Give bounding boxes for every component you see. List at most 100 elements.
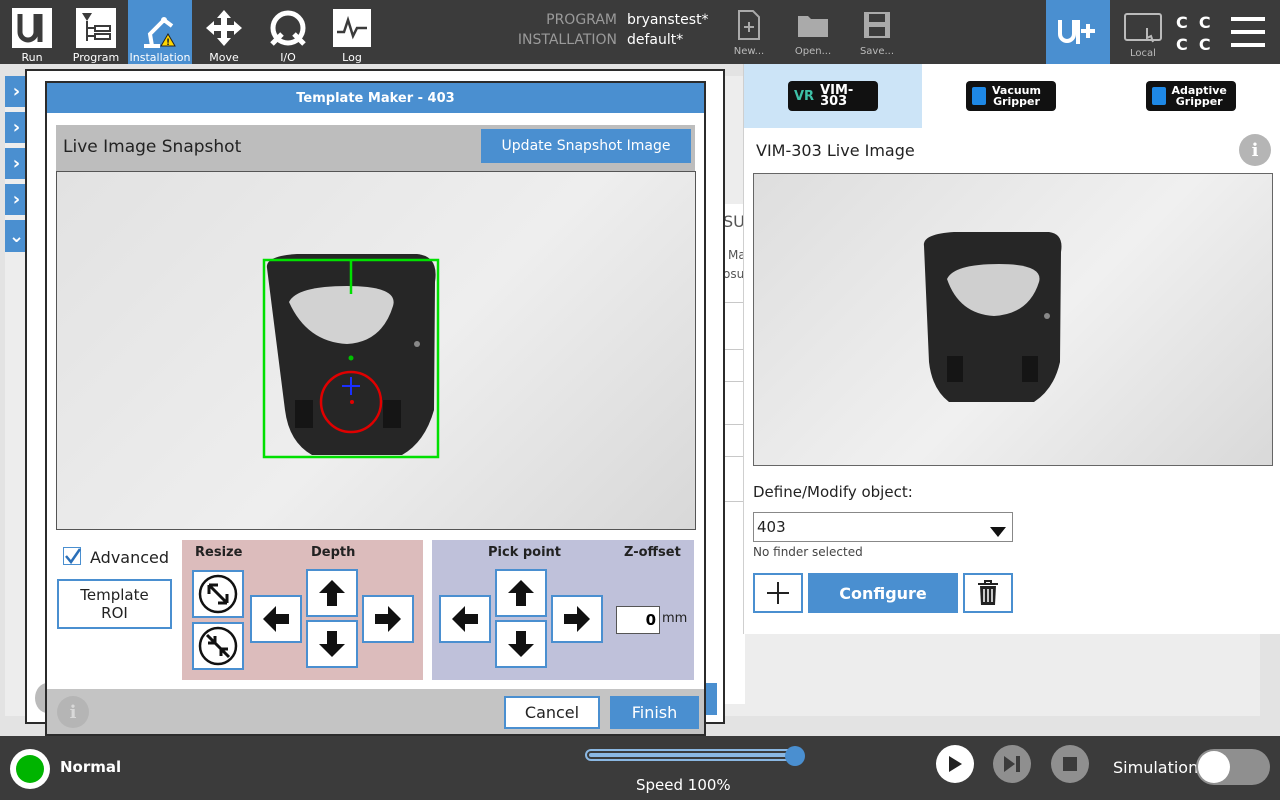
stop-button[interactable] [1051, 745, 1089, 783]
pick-up-button[interactable] [495, 569, 547, 617]
depth-up-button[interactable] [306, 569, 358, 617]
arrow-up-icon [508, 580, 534, 606]
tab-adaptive-gripper-label: Adaptive Gripper [1171, 84, 1227, 108]
simulation-toggle[interactable] [1196, 749, 1270, 785]
program-tree-icon [74, 6, 118, 50]
new-file-button[interactable]: New... [721, 0, 777, 64]
depth-right-button[interactable] [362, 595, 414, 643]
pick-down-button[interactable] [495, 620, 547, 668]
trash-icon [978, 580, 998, 605]
update-snapshot-button[interactable]: Update Snapshot Image [481, 129, 691, 163]
simulation-toggle-knob [1198, 751, 1230, 783]
step-button[interactable] [993, 745, 1031, 783]
finder-status: No finder selected [753, 545, 863, 559]
speed-label: Speed 100% [636, 776, 731, 794]
nav-move-label: Move [209, 51, 239, 64]
nav-installation-label: Installation [129, 51, 191, 64]
configure-button[interactable]: Configure [808, 573, 958, 613]
simulation-label: Simulation [1113, 758, 1199, 777]
program-name: bryanstest* [627, 12, 709, 28]
divider [723, 381, 745, 382]
shrink-button[interactable] [192, 622, 244, 670]
nav-log-button[interactable]: Log [320, 0, 384, 64]
resize-depth-group: Resize Depth [182, 540, 423, 680]
save-file-button[interactable]: Save... [849, 0, 905, 64]
depth-down-button[interactable] [306, 620, 358, 668]
arrow-right-icon [564, 606, 590, 632]
gripper-logo-icon [1151, 87, 1166, 105]
play-button[interactable] [936, 745, 974, 783]
pick-left-button[interactable] [439, 595, 491, 643]
z-offset-input[interactable] [616, 606, 660, 634]
robot-arm-warning-icon: ! [138, 6, 182, 50]
divider [723, 349, 745, 350]
enlarge-button[interactable] [192, 570, 244, 618]
dialog-info-icon[interactable]: i [57, 696, 89, 728]
template-maker-dialog: Template Maker - 403 Live Image Snapshot… [45, 81, 706, 736]
snapshot-image[interactable] [56, 171, 696, 530]
z-offset-label: Z-offset [624, 545, 681, 560]
cc-indicator: C C C C [1176, 12, 1211, 56]
divider [723, 424, 745, 425]
template-roi-button[interactable]: Template ROI [57, 579, 172, 629]
robot-status-text: Normal [60, 758, 122, 776]
arrow-down-icon [319, 631, 345, 657]
open-file-button[interactable]: Open... [785, 0, 841, 64]
arrow-left-icon [263, 606, 289, 632]
advanced-checkbox[interactable] [63, 547, 82, 565]
io-icon [266, 6, 310, 50]
background-text-fragment: SU [723, 212, 745, 231]
tab-vacuum-gripper[interactable]: Vacuum Gripper [922, 64, 1100, 128]
finish-button[interactable]: Finish [610, 696, 699, 729]
gripper-logo-icon [972, 87, 986, 105]
template-roi-line2: ROI [101, 604, 128, 622]
nav-io-button[interactable]: I/O [256, 0, 320, 64]
tab-adaptive-gripper[interactable]: Adaptive Gripper [1100, 64, 1280, 128]
template-roi-line1: Template [80, 586, 149, 604]
nav-move-button[interactable]: Move [192, 0, 256, 64]
live-camera-image [753, 173, 1273, 466]
vr-logo-icon: VR [794, 88, 815, 104]
divider [723, 501, 745, 502]
local-control-button[interactable]: Local [1116, 0, 1170, 64]
tab-vacuum-gripper-label: Vacuum Gripper [992, 84, 1041, 108]
plus-icon [767, 582, 789, 604]
nav-program-button[interactable]: Program [64, 0, 128, 64]
pick-point-group: Pick point Z-offset mm [432, 540, 694, 680]
cancel-button[interactable]: Cancel [504, 696, 600, 729]
add-finder-button[interactable] [753, 573, 803, 613]
power-status-button[interactable] [10, 749, 50, 789]
step-icon [1004, 756, 1020, 772]
new-file-icon [737, 8, 761, 42]
new-file-label: New... [733, 46, 765, 57]
pick-point-label: Pick point [488, 545, 562, 560]
tab-vim-303-label: VIM-303 [820, 83, 854, 109]
dialog-title: Template Maker - 403 [47, 83, 704, 113]
nav-run-button[interactable]: Run [0, 0, 64, 64]
hamburger-menu-button[interactable] [1229, 16, 1267, 48]
installation-key: INSTALLATION [517, 32, 617, 48]
snapshot-title: Live Image Snapshot [63, 137, 242, 157]
object-select[interactable]: 403 [753, 512, 1013, 542]
info-icon[interactable]: i [1239, 134, 1271, 166]
live-image-title: VIM-303 Live Image [756, 141, 915, 160]
save-disk-icon [863, 8, 891, 42]
pick-right-button[interactable] [551, 595, 603, 643]
depth-left-button[interactable] [250, 595, 302, 643]
divider [723, 302, 745, 303]
tab-vim-303[interactable]: VR VIM-303 [744, 64, 922, 128]
speed-slider[interactable] [585, 749, 797, 761]
speed-slider-handle[interactable] [785, 746, 805, 766]
adaptive-gripper-badge: Adaptive Gripper [1145, 81, 1236, 111]
resize-label: Resize [195, 545, 243, 560]
nav-log-label: Log [342, 51, 362, 64]
shrink-diagonal-icon [198, 626, 238, 666]
arrow-left-icon [452, 606, 478, 632]
local-label: Local [1130, 48, 1156, 59]
urplus-logo-icon [1058, 20, 1095, 44]
delete-button[interactable] [963, 573, 1013, 613]
urplus-button[interactable] [1046, 0, 1110, 64]
play-icon [949, 756, 962, 772]
nav-installation-button[interactable]: ! Installation [128, 0, 192, 64]
define-object-label: Define/Modify object: [753, 483, 913, 501]
